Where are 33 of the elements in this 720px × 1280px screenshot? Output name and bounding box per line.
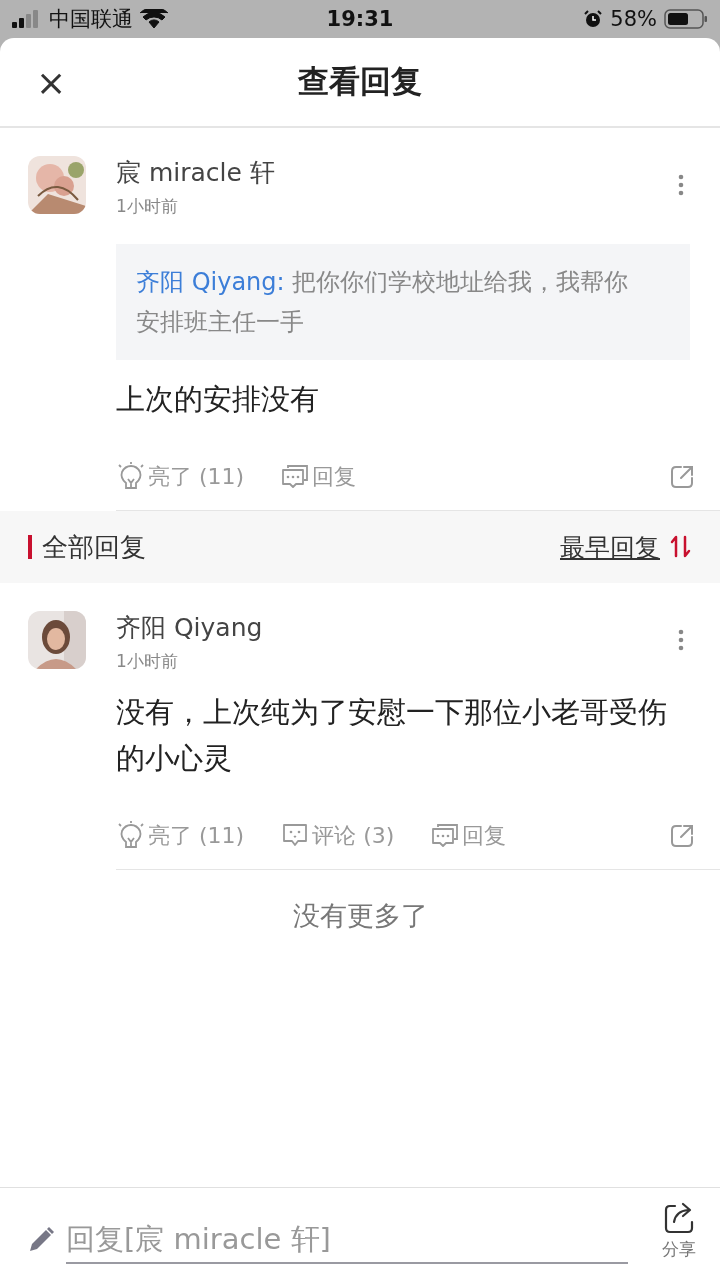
reply-text: 上次的安排没有 xyxy=(116,381,320,418)
post-time: 1小时前 xyxy=(116,195,179,218)
end-of-list-note: 没有更多了 xyxy=(291,899,429,933)
share-icon[interactable] xyxy=(668,463,696,491)
section-title: 全部回复 xyxy=(42,530,146,564)
sort-button[interactable]: 最早回复 xyxy=(560,530,694,564)
post-time: 1小时前 xyxy=(116,650,179,673)
reply-button[interactable]: 回复 xyxy=(280,462,357,492)
like-button[interactable]: 亮了 (11) xyxy=(116,462,245,492)
author-name[interactable]: 齐阳 Qiyang xyxy=(116,611,678,644)
reply-text: 没有，上次纯为了安慰一下那位小老哥受伤的小心灵 xyxy=(116,694,668,777)
share-button[interactable]: 分享 xyxy=(662,1188,696,1261)
lightbulb-icon xyxy=(116,462,146,492)
page-title: 查看回复 xyxy=(298,62,422,101)
reply-input-field[interactable]: 回复[宸 miracle 轩] xyxy=(66,1216,628,1264)
more-icon[interactable] xyxy=(678,629,684,651)
share-icon[interactable] xyxy=(668,822,696,850)
close-button[interactable]: × xyxy=(34,62,68,102)
section-marker xyxy=(28,535,32,559)
carrier-name: 中国联通 xyxy=(49,6,133,33)
wifi-icon xyxy=(140,9,168,29)
like-button[interactable]: 亮了 (11) xyxy=(116,821,245,851)
alarm-icon xyxy=(583,9,604,29)
battery-percent: 58% xyxy=(610,7,657,31)
status-time: 19:31 xyxy=(325,7,395,31)
comment-button[interactable]: 评论 (3) xyxy=(280,821,395,851)
battery-icon xyxy=(664,8,708,30)
quoted-reply: 齐阳 Qiyang: 把你你们学校地址给我，我帮你安排班主任一手 xyxy=(116,244,690,360)
reply-button[interactable]: 回复 xyxy=(430,821,507,851)
share-icon xyxy=(662,1200,696,1234)
lightbulb-icon xyxy=(116,821,146,851)
author-name[interactable]: 宸 miracle 轩 xyxy=(116,156,678,189)
more-icon[interactable] xyxy=(678,174,684,196)
